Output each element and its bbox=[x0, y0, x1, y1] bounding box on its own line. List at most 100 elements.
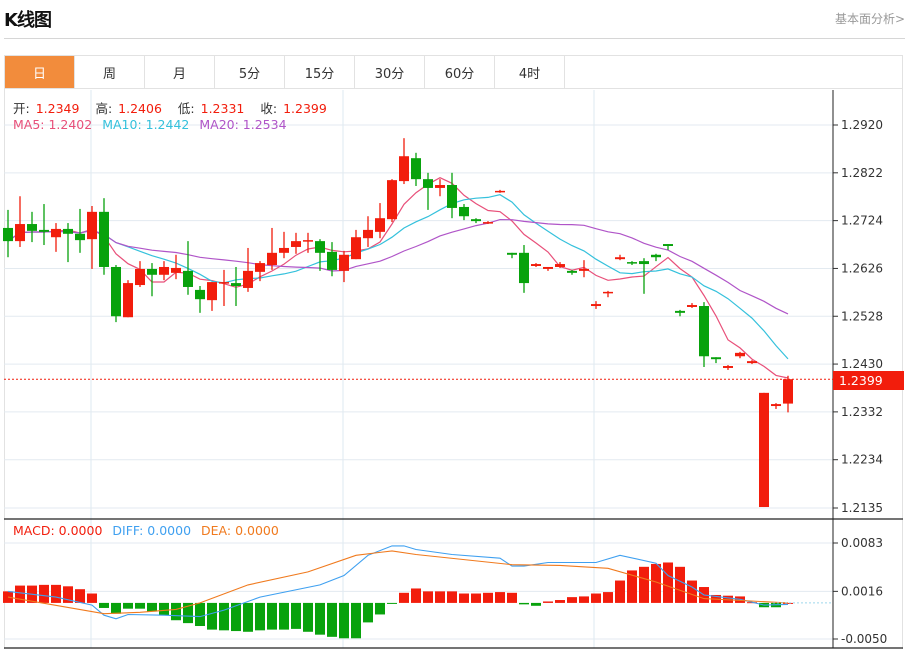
candle-body bbox=[615, 257, 625, 260]
candle bbox=[135, 261, 145, 287]
candle-body bbox=[747, 361, 757, 364]
candle bbox=[699, 302, 709, 367]
candle bbox=[435, 179, 445, 197]
macd-bar bbox=[159, 602, 169, 616]
candle bbox=[771, 403, 781, 409]
candle-body bbox=[519, 252, 529, 284]
price-tick-label: 1.2234 bbox=[841, 453, 883, 467]
candle-body bbox=[195, 289, 205, 300]
macd-bar bbox=[483, 592, 493, 603]
candle-body bbox=[15, 224, 25, 242]
candle bbox=[675, 309, 685, 317]
candle-body bbox=[411, 158, 421, 180]
candle-body bbox=[303, 240, 313, 242]
candle bbox=[351, 229, 361, 260]
candle bbox=[591, 301, 601, 309]
candle bbox=[735, 351, 745, 359]
macd-legend: MACD: 0.0000 DIFF: 0.0000 DEA: 0.0000 bbox=[13, 523, 285, 538]
macd-bar bbox=[111, 602, 121, 614]
macd-bar bbox=[279, 602, 289, 630]
candle bbox=[243, 247, 253, 292]
macd-bar bbox=[171, 602, 181, 621]
price-tick-label: 1.2135 bbox=[841, 501, 883, 515]
candle-body bbox=[603, 291, 613, 294]
candle-body bbox=[507, 252, 517, 255]
candle-body bbox=[123, 283, 133, 318]
candle-body bbox=[711, 357, 721, 360]
candle-body bbox=[699, 306, 709, 357]
macd-bar bbox=[687, 580, 697, 603]
ohlc-legend: 开: 1.2349 高: 1.2406 低: 1.2331 收: 1.2399 bbox=[13, 98, 339, 117]
open-value: 1.2349 bbox=[35, 101, 80, 116]
candle bbox=[51, 223, 61, 252]
candle bbox=[399, 138, 409, 185]
price-tick-label: 1.2430 bbox=[841, 357, 883, 371]
macd-bar bbox=[471, 593, 481, 603]
candle bbox=[111, 265, 121, 323]
candle bbox=[279, 231, 289, 259]
candle bbox=[759, 392, 769, 508]
candle-body bbox=[315, 241, 325, 253]
candle-body bbox=[651, 254, 661, 258]
candle-body bbox=[663, 244, 673, 246]
macd-bar bbox=[123, 602, 133, 609]
candle bbox=[687, 303, 697, 308]
macd-bar bbox=[591, 593, 601, 603]
candle-body bbox=[291, 241, 301, 247]
candle-body bbox=[75, 233, 85, 241]
macd-bar bbox=[459, 593, 469, 603]
low-label: 低: bbox=[177, 101, 195, 116]
macd-bar bbox=[315, 602, 325, 635]
macd-bar bbox=[75, 589, 85, 603]
candle-body bbox=[135, 268, 145, 286]
candle bbox=[531, 263, 541, 267]
candle bbox=[291, 232, 301, 254]
candle-body bbox=[531, 264, 541, 267]
price-tick-label: 1.2626 bbox=[841, 261, 883, 275]
macd-bar bbox=[495, 592, 505, 603]
candle-body bbox=[51, 228, 61, 238]
candle bbox=[63, 223, 73, 263]
candle-body bbox=[267, 252, 277, 266]
candle-body bbox=[543, 266, 553, 269]
candle-body bbox=[171, 267, 181, 273]
candle bbox=[711, 357, 721, 364]
candle bbox=[507, 252, 517, 259]
candle-body bbox=[567, 270, 577, 273]
macd-bar bbox=[399, 592, 409, 603]
candle-body bbox=[159, 266, 169, 275]
low-value: 1.2331 bbox=[200, 101, 245, 116]
candle-body bbox=[111, 266, 121, 317]
price-tick-label: 1.2822 bbox=[841, 166, 883, 180]
candle-body bbox=[639, 261, 649, 265]
candle-body bbox=[771, 404, 781, 407]
macd-bar bbox=[531, 602, 541, 606]
candle-body bbox=[687, 305, 697, 307]
price-tick-label: 1.2724 bbox=[841, 214, 883, 228]
macd-bar bbox=[435, 591, 445, 603]
candle-body bbox=[435, 185, 445, 188]
candle-body bbox=[183, 270, 193, 287]
macd-bar bbox=[207, 602, 217, 630]
macd-bar bbox=[303, 602, 313, 632]
candle-body bbox=[243, 270, 253, 288]
candle bbox=[783, 375, 793, 413]
candle-body bbox=[735, 352, 745, 357]
candle bbox=[207, 282, 217, 311]
macd-bar bbox=[219, 602, 229, 631]
candle bbox=[543, 266, 553, 271]
macd-bar bbox=[363, 602, 373, 623]
candle bbox=[567, 269, 577, 275]
candle-body bbox=[591, 304, 601, 307]
candle-body bbox=[327, 251, 337, 270]
macd-bar bbox=[603, 592, 613, 603]
candle bbox=[423, 172, 433, 210]
candle-body bbox=[279, 247, 289, 253]
candle bbox=[219, 269, 229, 307]
candle bbox=[375, 203, 385, 239]
candle-body bbox=[339, 254, 349, 271]
candle-body bbox=[99, 211, 109, 267]
candle-body bbox=[447, 185, 457, 208]
candle-body bbox=[459, 206, 469, 217]
candle-body bbox=[627, 262, 637, 264]
